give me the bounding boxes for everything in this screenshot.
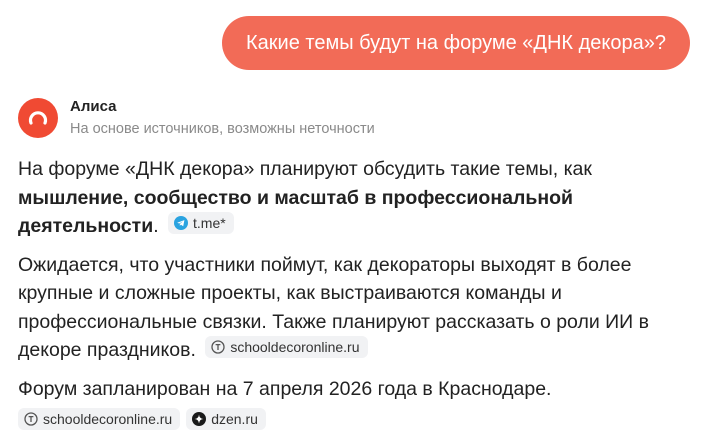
alice-logo-icon [18,98,58,138]
source-chip-telegram[interactable]: t.me* [168,212,234,234]
source-chip-label: dzen.ru [211,411,258,427]
answer-body: На форуме «ДНК декора» планируют обсудит… [18,155,684,435]
source-chip-label: t.me* [193,215,226,231]
answer-paragraph-3: Форум запланирован на 7 апреля 2026 года… [18,377,552,400]
source-chip-schooldecor[interactable]: schooldecoronline.ru [205,336,368,358]
assistant-name: Алиса [70,98,117,115]
assistant-header: Алиса На основе источников, возможны нет… [18,96,375,139]
source-chip-row: schooldecoronline.ru dzen.ru [18,406,684,435]
user-message-bubble: Какие темы будут на форуме «ДНК декора»? [222,16,690,70]
answer-paragraph-1: На форуме «ДНК декора» планируют обсудит… [18,158,592,238]
source-chip-label: schooldecoronline.ru [43,411,173,427]
telegram-icon [174,216,189,230]
site-globe-icon [24,412,38,426]
source-chip-dzen[interactable]: dzen.ru [186,408,266,430]
answer-paragraph-2: Ожидается, что участники поймут, как дек… [18,253,649,362]
answer-highlight: мышление, сообщество и масштаб в професс… [18,186,573,238]
source-chip-label: schooldecoronline.ru [230,339,360,355]
dzen-icon [192,412,207,426]
assistant-disclaimer: На основе источников, возможны неточност… [70,121,375,137]
site-globe-icon [211,340,225,354]
source-chip-schooldecor[interactable]: schooldecoronline.ru [18,408,181,430]
